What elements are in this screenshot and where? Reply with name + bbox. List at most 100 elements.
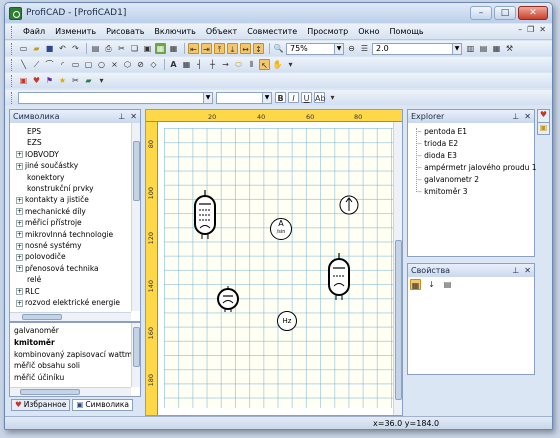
- print-preview-icon[interactable]: ▤: [90, 43, 101, 54]
- copy-icon[interactable]: ❏: [129, 43, 140, 54]
- rounded-rect-icon[interactable]: ▢: [83, 59, 94, 70]
- cut-icon[interactable]: ✂: [116, 43, 127, 54]
- polygon-icon[interactable]: ⬡: [122, 59, 133, 70]
- align-left-icon[interactable]: ⇤: [188, 43, 199, 54]
- menu-help[interactable]: Помощь: [385, 27, 429, 36]
- mdi-minimize-icon[interactable]: –: [518, 25, 522, 34]
- tree-item[interactable]: + měřicí přístroje: [16, 218, 82, 227]
- property-pages-icon[interactable]: ▤: [442, 279, 453, 290]
- explorer-item[interactable]: ‒ dioda E3: [417, 151, 457, 160]
- tree-item[interactable]: + mechanické díly: [16, 207, 86, 216]
- menu-draw[interactable]: Рисовать: [101, 27, 149, 36]
- tree-item[interactable]: + polovodiče: [16, 252, 66, 261]
- align-right-icon[interactable]: ⇥: [201, 43, 212, 54]
- diode-tube-symbol[interactable]: [215, 286, 241, 312]
- drawing-canvas[interactable]: 20 40 60 80 80 100 120 140 160 180 A /si…: [145, 109, 403, 416]
- line-icon[interactable]: ╲: [18, 59, 29, 70]
- scroll-thumb[interactable]: [22, 314, 62, 320]
- explorer-item[interactable]: ‒ trioda E2: [417, 139, 458, 148]
- tag-icon[interactable]: ⬭: [233, 59, 244, 70]
- favorite-heart-icon[interactable]: ♥: [31, 75, 42, 86]
- expand-icon[interactable]: +: [16, 196, 23, 204]
- flag-icon[interactable]: ⚑: [44, 75, 55, 86]
- font-color-icon[interactable]: Ab: [314, 92, 326, 103]
- side-tab-layers-icon[interactable]: ▣: [538, 122, 549, 134]
- menu-edit[interactable]: Изменить: [50, 27, 101, 36]
- tree-item[interactable]: EPS: [16, 127, 41, 136]
- arc-icon[interactable]: ◜: [57, 59, 68, 70]
- tree-item[interactable]: konektory: [16, 173, 64, 182]
- underline-icon[interactable]: U: [301, 92, 312, 103]
- close-icon[interactable]: ✕: [524, 264, 531, 277]
- tree-item[interactable]: + přenosová technika: [16, 264, 99, 273]
- pin-icon[interactable]: ⊥: [118, 110, 125, 123]
- tree-item[interactable]: + kontakty a jističe: [16, 195, 89, 204]
- pan-hand-icon[interactable]: ✋: [272, 59, 283, 70]
- layers-icon[interactable]: ▤: [478, 43, 489, 54]
- view-icon[interactable]: ▥: [465, 43, 476, 54]
- toolbar-options-icon[interactable]: ▾: [327, 92, 338, 103]
- symbols-tree-scrollbar[interactable]: [131, 123, 140, 311]
- explorer-item[interactable]: ‒ pentoda E1: [417, 127, 467, 136]
- symbols-list-scrollbar[interactable]: [131, 323, 140, 387]
- star-icon[interactable]: ★: [57, 75, 68, 86]
- canvas-vscrollbar[interactable]: [393, 122, 402, 415]
- close-icon[interactable]: ✕: [524, 110, 531, 123]
- junction-icon[interactable]: ┼: [207, 59, 218, 70]
- align-middle-icon[interactable]: ↕: [253, 43, 264, 54]
- tree-item[interactable]: + jiné součástky: [16, 161, 78, 170]
- line-width-select[interactable]: 2.0 ▼: [372, 42, 462, 55]
- symbols-list-hscrollbar[interactable]: [10, 387, 131, 396]
- menu-insert[interactable]: Включить: [149, 27, 200, 36]
- polyline-icon[interactable]: ⟋: [31, 59, 42, 70]
- pin-icon[interactable]: ⊥: [512, 264, 519, 277]
- zoom-out-icon[interactable]: ⊖: [346, 43, 357, 54]
- close-button[interactable]: ✕: [518, 6, 548, 20]
- zoom-select[interactable]: 75% ▼: [286, 42, 344, 55]
- list-item[interactable]: měřič obsahu soli: [14, 361, 80, 370]
- zoom-in-icon[interactable]: 🔍: [273, 43, 284, 54]
- list-item[interactable]: kombinovaný zapisovací wattmě: [14, 350, 137, 359]
- expand-icon[interactable]: +: [16, 299, 23, 307]
- hatch-icon[interactable]: ⊘: [135, 59, 146, 70]
- text-icon[interactable]: A: [168, 59, 179, 70]
- bucket-icon[interactable]: ▰: [83, 75, 94, 86]
- tab-favorites[interactable]: ♥ Избранное: [11, 399, 71, 411]
- menu-window[interactable]: Окно: [353, 27, 384, 36]
- frequency-meter-symbol[interactable]: Hz: [277, 311, 297, 331]
- image-icon[interactable]: ▦: [155, 43, 166, 54]
- list-item[interactable]: galvanoměr: [14, 326, 59, 335]
- font-size-select[interactable]: ▼: [216, 91, 272, 104]
- explorer-item[interactable]: ‒ ampérmetr jalového proudu 1: [417, 163, 537, 172]
- scroll-thumb[interactable]: [395, 240, 402, 400]
- expand-icon[interactable]: +: [16, 242, 23, 250]
- tab-symbols[interactable]: ▣ Символика: [72, 399, 133, 411]
- table-icon[interactable]: ▦: [491, 43, 502, 54]
- menu-object[interactable]: Объект: [201, 27, 242, 36]
- menu-align[interactable]: Совместите: [242, 27, 302, 36]
- explorer-item[interactable]: ‒ galvanometr 2: [417, 175, 479, 184]
- mdi-close-icon[interactable]: ✕: [539, 25, 546, 34]
- pentode-symbol[interactable]: [192, 190, 218, 240]
- list-item[interactable]: kmitoměr: [14, 338, 55, 347]
- undo-icon[interactable]: ↶: [57, 43, 68, 54]
- list-item[interactable]: měřič účiníku: [14, 373, 64, 382]
- curve-icon[interactable]: ⌒: [44, 59, 55, 70]
- new-icon[interactable]: ▭: [18, 43, 29, 54]
- redo-icon[interactable]: ↷: [70, 43, 81, 54]
- sort-alpha-icon[interactable]: ↓: [426, 279, 437, 290]
- expand-icon[interactable]: +: [16, 265, 23, 273]
- pin-icon[interactable]: ⊥: [512, 110, 519, 123]
- align-bottom-icon[interactable]: ⤓: [227, 43, 238, 54]
- toolbar-options-icon[interactable]: ▾: [96, 75, 107, 86]
- expand-icon[interactable]: +: [16, 151, 23, 159]
- tree-item[interactable]: EZS: [16, 138, 42, 147]
- categorized-icon[interactable]: ▦: [410, 279, 421, 290]
- rectangle-icon[interactable]: ▭: [70, 59, 81, 70]
- minimize-button[interactable]: –: [470, 6, 492, 20]
- tree-item[interactable]: + RLC: [16, 287, 40, 296]
- toolbar-options-icon[interactable]: ▾: [285, 59, 296, 70]
- save-icon[interactable]: ■: [44, 43, 55, 54]
- expand-icon[interactable]: +: [16, 219, 23, 227]
- expand-icon[interactable]: +: [16, 253, 23, 261]
